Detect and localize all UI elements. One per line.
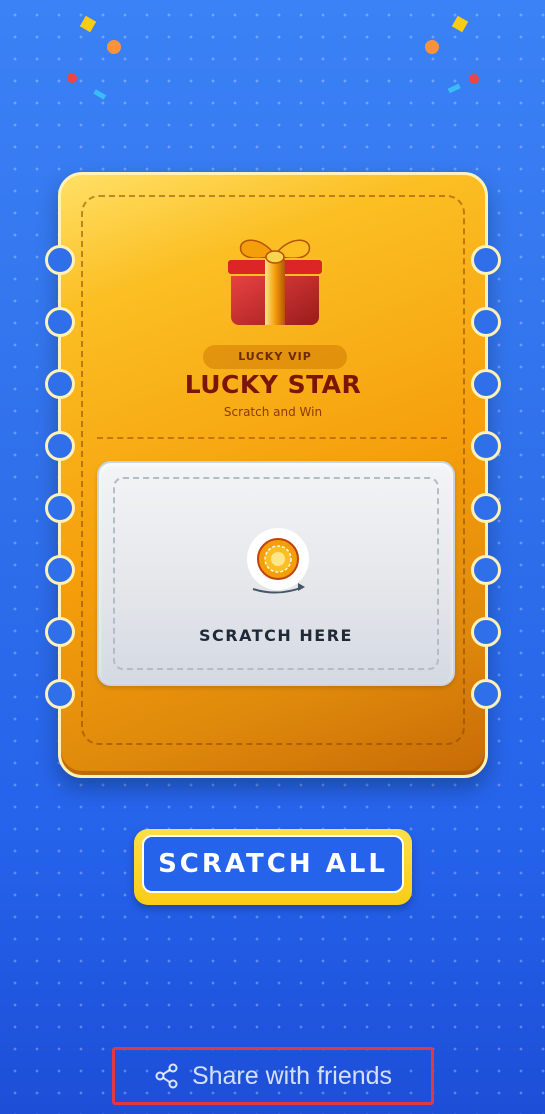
ticket-notch: [471, 679, 501, 709]
share-label: Share with friends: [191, 1061, 393, 1090]
ticket-notch: [45, 679, 75, 709]
ticket-notch: [471, 431, 501, 461]
vip-badge: LUCKY VIP: [203, 345, 347, 369]
ticket-notch: [471, 245, 501, 275]
ticket-notch: [45, 617, 75, 647]
scratch-here-label: SCRATCH HERE: [199, 626, 353, 645]
ticket-notch: [471, 493, 501, 523]
gift-icon: [226, 239, 324, 325]
ticket-notch: [45, 307, 75, 337]
confetti-left-icon: [67, 15, 121, 100]
share-button[interactable]: Share with friends: [112, 1047, 434, 1105]
card-title: LUCKY STAR: [184, 370, 362, 399]
ticket-notch: [45, 245, 75, 275]
ticket-notch: [45, 493, 75, 523]
scratch-card: LUCKY VIP LUCKY STAR Scratch and Win SCR…: [45, 172, 501, 778]
ticket-notch: [45, 555, 75, 585]
ticket-notch: [45, 431, 75, 461]
ticket-notch: [471, 307, 501, 337]
confetti-right-icon: [425, 15, 479, 94]
card-subtitle: Scratch and Win: [223, 405, 323, 419]
card-divider: [97, 437, 447, 439]
scratch-all-button[interactable]: SCRATCH ALL: [134, 829, 412, 905]
ticket-notch: [471, 617, 501, 647]
scratch-all-label: SCRATCH ALL: [142, 835, 404, 893]
share-icon: [155, 1063, 178, 1089]
ticket-notch: [471, 555, 501, 585]
scratch-area[interactable]: SCRATCH HERE: [97, 461, 455, 686]
coin-scratch-icon: [247, 528, 309, 594]
